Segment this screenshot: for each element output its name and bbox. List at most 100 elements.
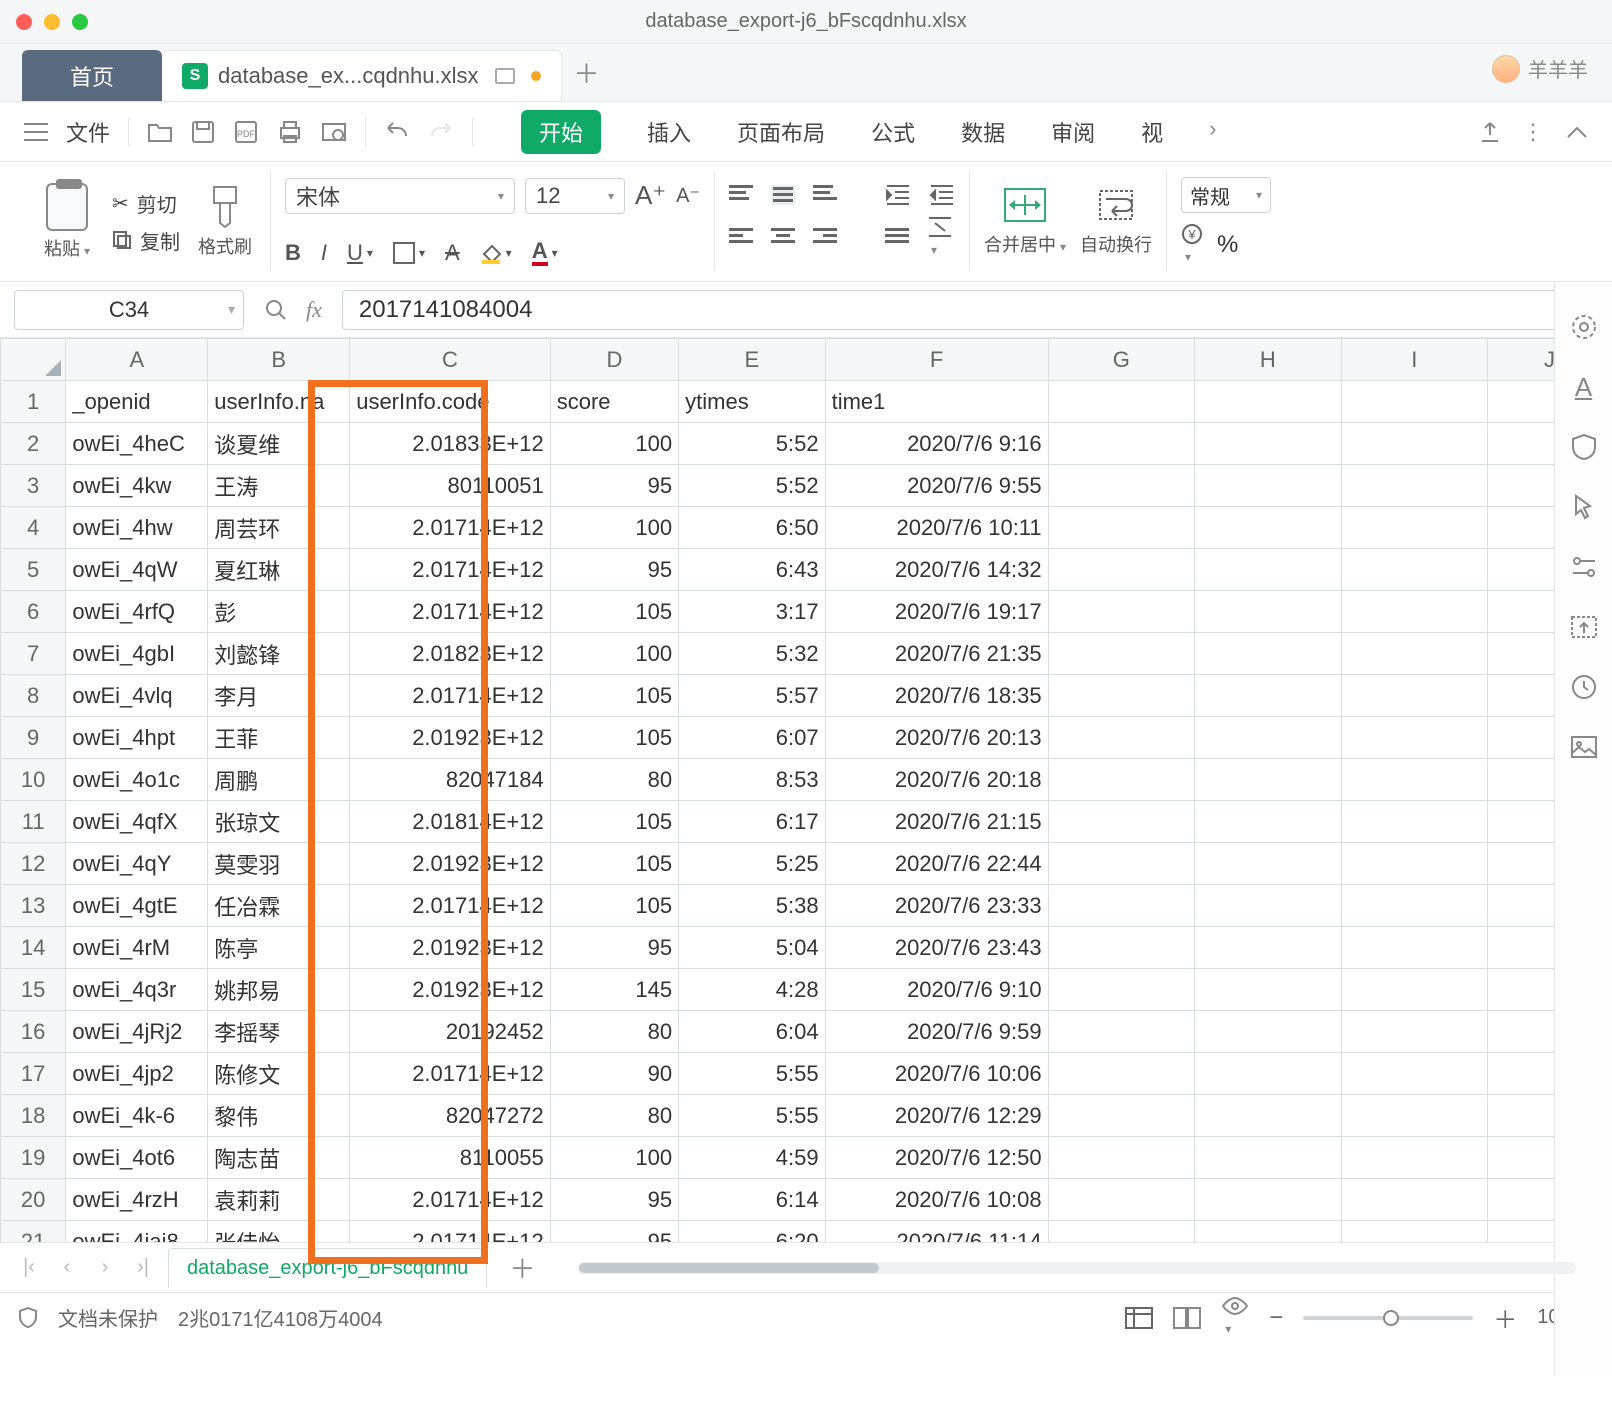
home-tab[interactable]: 首页	[22, 50, 162, 101]
align-middle-icon[interactable]	[771, 185, 795, 205]
cell[interactable]: 5:57	[679, 675, 825, 717]
cell[interactable]: 2.01714E+12	[350, 675, 551, 717]
cell[interactable]: 82047184	[350, 759, 551, 801]
cell[interactable]: owEi_4qY	[66, 843, 208, 885]
cell[interactable]: 100	[550, 423, 678, 465]
cell[interactable]	[1195, 927, 1341, 969]
cell[interactable]: 105	[550, 591, 678, 633]
cell[interactable]: 6:07	[679, 717, 825, 759]
cell[interactable]	[1195, 1095, 1341, 1137]
cell[interactable]: 夏红琳	[208, 549, 350, 591]
cell[interactable]	[1195, 1011, 1341, 1053]
cell[interactable]	[1341, 759, 1487, 801]
cell[interactable]	[1048, 633, 1194, 675]
cell[interactable]	[1195, 843, 1341, 885]
table-row[interactable]: 8owEi_4vlq李月2.01714E+121055:572020/7/6 1…	[1, 675, 1612, 717]
minimize-icon[interactable]	[44, 14, 60, 30]
percent-icon[interactable]: %	[1217, 231, 1238, 259]
cell[interactable]: 80110051	[350, 465, 551, 507]
table-row[interactable]: 14owEi_4rM陈亭2.01923E+12955:042020/7/6 23…	[1, 927, 1612, 969]
cell[interactable]	[1195, 801, 1341, 843]
table-row[interactable]: 2owEi_4heC谈夏维2.01833E+121005:522020/7/6 …	[1, 423, 1612, 465]
cell[interactable]	[1341, 675, 1487, 717]
decrease-indent-icon[interactable]	[885, 184, 911, 206]
col-header[interactable]: F	[825, 339, 1048, 381]
cell[interactable]: 陈修文	[208, 1053, 350, 1095]
column-header-row[interactable]: A B C D E F G H I J	[1, 339, 1612, 381]
col-header[interactable]: A	[66, 339, 208, 381]
cell[interactable]: owEi_4hpt	[66, 717, 208, 759]
cell[interactable]	[1195, 1179, 1341, 1221]
cell[interactable]	[1195, 1221, 1341, 1243]
cell[interactable]	[1048, 1053, 1194, 1095]
cell[interactable]	[1195, 759, 1341, 801]
strike-button[interactable]: A	[445, 240, 460, 266]
cell[interactable]: score	[550, 381, 678, 423]
cell[interactable]: _openid	[66, 381, 208, 423]
cell[interactable]	[1341, 633, 1487, 675]
table-row[interactable]: 9owEi_4hpt王菲2.01923E+121056:072020/7/6 2…	[1, 717, 1612, 759]
cell[interactable]	[1341, 423, 1487, 465]
cell[interactable]: 95	[550, 549, 678, 591]
cell[interactable]	[1048, 759, 1194, 801]
zoom-handle[interactable]	[1383, 1310, 1399, 1326]
cell[interactable]: 80	[550, 759, 678, 801]
row-header[interactable]: 18	[1, 1095, 66, 1137]
font-color-button[interactable]: A▾	[532, 240, 558, 266]
cell[interactable]: 95	[550, 927, 678, 969]
row-header[interactable]: 19	[1, 1137, 66, 1179]
cell[interactable]: 2020/7/6 12:50	[825, 1137, 1048, 1179]
bold-button[interactable]: B	[285, 240, 301, 266]
cell[interactable]: 陶志苗	[208, 1137, 350, 1179]
align-bottom-icon[interactable]	[813, 185, 837, 205]
cell[interactable]	[1341, 1095, 1487, 1137]
row-header[interactable]: 7	[1, 633, 66, 675]
cell[interactable]: 2020/7/6 19:17	[825, 591, 1048, 633]
cell[interactable]: 黎伟	[208, 1095, 350, 1137]
cell[interactable]	[1048, 927, 1194, 969]
cell[interactable]	[1048, 717, 1194, 759]
cell[interactable]: 2020/7/6 14:32	[825, 549, 1048, 591]
formula-input[interactable]: 2017141084004	[342, 290, 1568, 330]
cell[interactable]: 8110055	[350, 1137, 551, 1179]
select-icon[interactable]	[1569, 492, 1599, 522]
cell[interactable]: owEi_4vlq	[66, 675, 208, 717]
tab-start[interactable]: 开始	[521, 110, 601, 154]
cell[interactable]: 2020/7/6 9:59	[825, 1011, 1048, 1053]
row-header[interactable]: 3	[1, 465, 66, 507]
cell[interactable]: 5:38	[679, 885, 825, 927]
backup-icon[interactable]	[1569, 612, 1599, 642]
view-page-icon[interactable]	[1173, 1307, 1201, 1329]
cell[interactable]	[1048, 1011, 1194, 1053]
cell[interactable]: 5:32	[679, 633, 825, 675]
cell[interactable]: 张琼文	[208, 801, 350, 843]
currency-icon[interactable]: ¥▾	[1181, 223, 1203, 266]
cell[interactable]	[1195, 591, 1341, 633]
cell[interactable]: 2.01923E+12	[350, 717, 551, 759]
cell[interactable]: 2020/7/6 23:33	[825, 885, 1048, 927]
horizontal-scrollbar[interactable]	[577, 1262, 1576, 1274]
cell[interactable]: 周鹏	[208, 759, 350, 801]
table-row[interactable]: 15owEi_4q3r姚邦易2.01923E+121454:282020/7/6…	[1, 969, 1612, 1011]
cell[interactable]: 王涛	[208, 465, 350, 507]
cell[interactable]: 陈亭	[208, 927, 350, 969]
cell[interactable]: owEi_4kw	[66, 465, 208, 507]
cell[interactable]: 彭	[208, 591, 350, 633]
cell[interactable]: 姚邦易	[208, 969, 350, 1011]
zoom-in-icon[interactable]: ＋	[1493, 1300, 1517, 1335]
cell[interactable]: owEi_4o1c	[66, 759, 208, 801]
cell[interactable]	[1048, 507, 1194, 549]
row-header[interactable]: 21	[1, 1221, 66, 1243]
row-header[interactable]: 8	[1, 675, 66, 717]
collapse-ribbon-icon[interactable]	[1566, 125, 1588, 139]
cell[interactable]	[1195, 885, 1341, 927]
print-icon[interactable]	[277, 120, 303, 144]
align-left-icon[interactable]	[729, 228, 753, 248]
cell[interactable]	[1341, 1137, 1487, 1179]
cell[interactable]: owEi_4rM	[66, 927, 208, 969]
paste-button[interactable]: 粘贴▾	[36, 172, 98, 271]
cell[interactable]: 2020/7/6 18:35	[825, 675, 1048, 717]
row-header[interactable]: 13	[1, 885, 66, 927]
cell[interactable]: 2020/7/6 10:11	[825, 507, 1048, 549]
row-header[interactable]: 17	[1, 1053, 66, 1095]
